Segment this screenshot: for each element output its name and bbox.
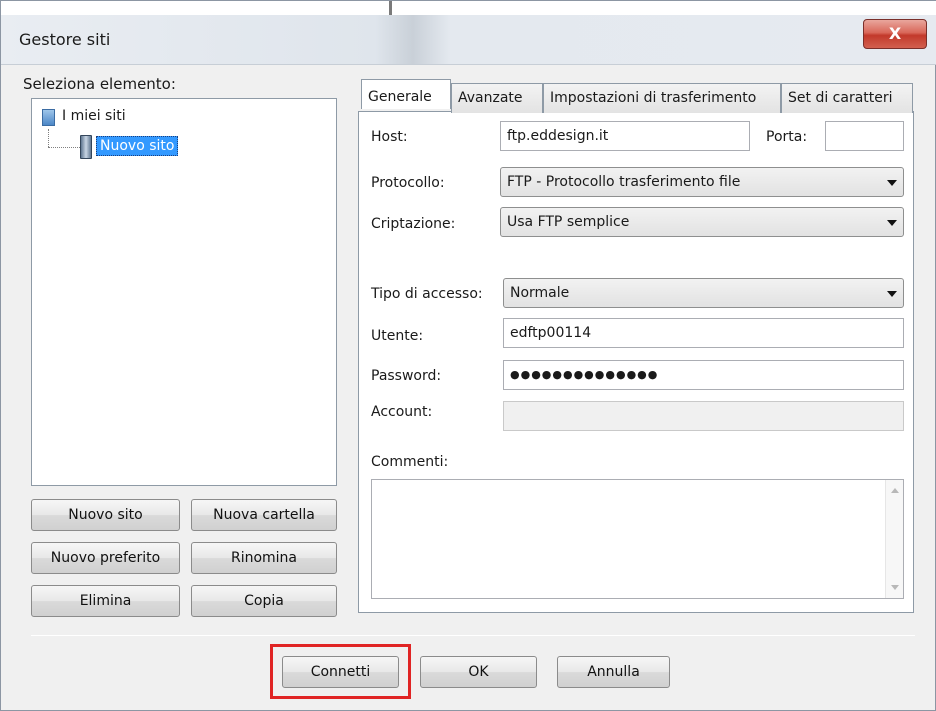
chevron-down-icon [887,180,897,186]
tab-transfer-settings[interactable]: Impostazioni di trasferimento [543,83,781,113]
password-input[interactable]: ●●●●●●●●●●●●●● [503,360,904,390]
tree-item-label: I miei siti [62,108,126,124]
port-input[interactable] [825,121,904,151]
tree-item-label-selected: Nuovo sito [96,136,179,156]
footer-divider [31,635,915,636]
scroll-up-icon[interactable] [891,488,899,493]
user-label: Utente: [371,328,424,344]
protocol-value: FTP - Protocollo trasferimento file [507,174,741,190]
close-icon: X [888,24,902,43]
rename-button[interactable]: Rinomina [191,542,337,574]
ok-button[interactable]: OK [420,656,537,688]
background-divider [389,1,392,15]
protocol-label: Protocollo: [371,175,445,191]
tab-general[interactable]: Generale [361,79,451,109]
scroll-down-icon[interactable] [891,585,899,590]
title-bar[interactable]: Gestore siti X [1,15,936,65]
port-label: Porta: [766,129,808,145]
tab-charset[interactable]: Set di caratteri [781,83,913,113]
tree-item-my-sites[interactable]: I miei siti [40,107,126,126]
host-label: Host: [371,129,408,145]
account-input [503,401,904,431]
host-input[interactable]: ftp.eddesign.it [500,121,750,151]
cancel-button[interactable]: Annulla [557,656,670,688]
background-strip [1,1,936,15]
copy-button[interactable]: Copia [191,585,337,617]
close-button[interactable]: X [863,19,927,49]
new-folder-button[interactable]: Nuova cartella [191,499,337,531]
folder-icon [40,107,56,126]
new-site-button[interactable]: Nuovo sito [31,499,180,531]
divider [370,257,904,258]
site-tree[interactable]: I miei siti Nuovo sito [31,98,337,486]
connect-highlight-annotation [270,644,411,699]
comments-textarea[interactable] [371,479,904,599]
encryption-value: Usa FTP semplice [507,214,630,230]
comments-scrollbar[interactable] [885,480,903,598]
tree-connector [48,129,49,147]
delete-button[interactable]: Elimina [31,585,180,617]
user-input[interactable]: edftp00114 [503,318,904,348]
password-label: Password: [371,368,442,384]
encryption-label: Criptazione: [371,216,456,232]
access-type-value: Normale [510,285,570,301]
protocol-select[interactable]: FTP - Protocollo trasferimento file [500,167,904,197]
encryption-select[interactable]: Usa FTP semplice [500,207,904,237]
window-title: Gestore siti [19,30,111,49]
comments-label: Commenti: [371,454,449,470]
tab-advanced[interactable]: Avanzate [451,83,543,113]
access-type-select[interactable]: Normale [503,278,904,308]
new-bookmark-button[interactable]: Nuovo preferito [31,542,180,574]
select-entry-label: Seleziona elemento: [23,75,176,93]
chevron-down-icon [887,220,897,226]
tree-item-new-site[interactable]: Nuovo sito [78,135,179,159]
site-manager-window: Gestore siti X Seleziona elemento: I mie… [0,0,936,711]
access-type-label: Tipo di accesso: [371,286,483,302]
server-icon [78,135,92,159]
account-label: Account: [371,404,433,420]
chevron-down-icon [887,291,897,297]
